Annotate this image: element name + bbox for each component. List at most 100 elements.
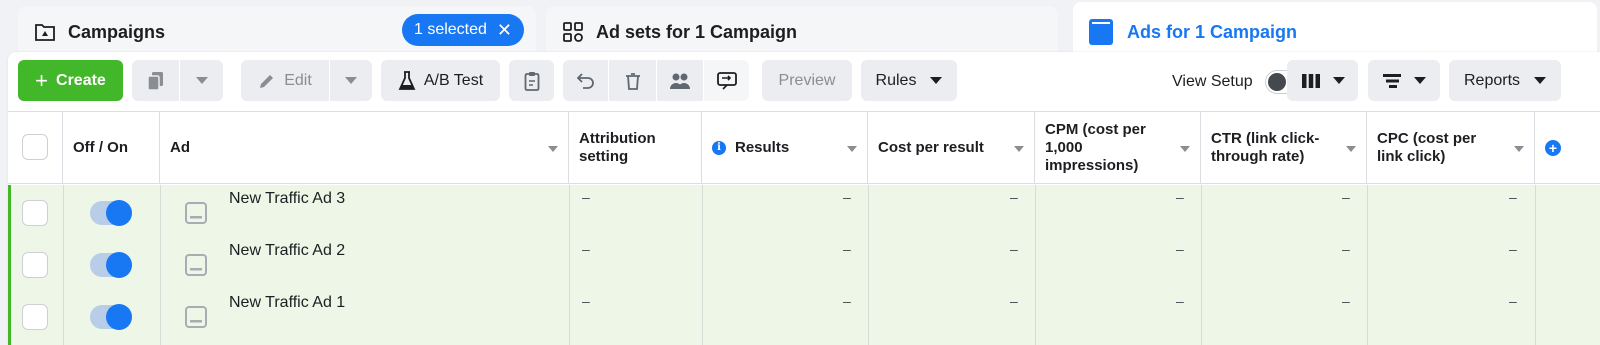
header-attribution-label: Attribution setting: [579, 130, 656, 165]
table-row[interactable]: New Traffic Ad 3 – – – – – –: [8, 185, 1600, 237]
cost-per-result-value: –: [1010, 293, 1018, 309]
results-value: –: [843, 293, 851, 309]
header-cpc[interactable]: CPC (cost per link click): [1367, 112, 1535, 184]
sort-icon[interactable]: [847, 146, 857, 152]
columns-icon: [1301, 73, 1321, 89]
results-value: –: [843, 241, 851, 257]
add-column-icon[interactable]: +: [1545, 140, 1561, 156]
results-value: –: [843, 189, 851, 205]
edit-dropdown[interactable]: [330, 60, 372, 101]
cost-per-result-value: –: [1010, 241, 1018, 257]
header-select-all: [8, 112, 63, 184]
duplicate-button[interactable]: [132, 60, 179, 101]
table-row[interactable]: New Traffic Ad 2 – – – – – –: [8, 237, 1600, 289]
header-cpm[interactable]: CPM (cost per 1,000 impressions): [1035, 112, 1201, 184]
selected-count-badge[interactable]: 1 selected ✕: [401, 14, 524, 46]
clipboard-icon: [524, 71, 540, 91]
header-cost-per-result[interactable]: Cost per result: [868, 112, 1035, 184]
clear-selection-icon[interactable]: ✕: [497, 21, 512, 39]
tab-adsets[interactable]: Ad sets for 1 Campaign: [546, 6, 1058, 58]
sort-icon[interactable]: [548, 146, 558, 152]
header-ad-label: Ad: [170, 139, 190, 156]
ad-name[interactable]: New Traffic Ad 1: [229, 294, 345, 312]
attribution-value: –: [582, 241, 590, 257]
row-checkbox[interactable]: [22, 200, 48, 226]
ad-on-off-toggle[interactable]: [90, 304, 132, 330]
chevron-down-icon: [1414, 77, 1426, 84]
audience-button[interactable]: [657, 60, 703, 101]
duplicate-dropdown[interactable]: [180, 60, 223, 101]
flask-icon: [398, 70, 416, 91]
chevron-down-icon: [1332, 77, 1345, 84]
breakdown-icon: [1382, 73, 1402, 89]
header-cost-per-result-label: Cost per result: [878, 139, 984, 156]
row-checkbox[interactable]: [22, 304, 48, 330]
reports-button[interactable]: Reports: [1449, 60, 1561, 101]
tab-adsets-label: Ad sets for 1 Campaign: [596, 21, 798, 42]
chevron-down-icon: [345, 77, 357, 84]
columns-button[interactable]: [1287, 60, 1358, 101]
edit-button-label: Edit: [284, 71, 312, 89]
ad-name[interactable]: New Traffic Ad 3: [229, 190, 345, 208]
header-cpm-label: CPM (cost per 1,000 impressions): [1045, 121, 1146, 174]
header-results-label: Results: [735, 139, 790, 156]
grid-icon: [560, 19, 586, 45]
preview-label: Preview: [778, 71, 836, 89]
info-icon[interactable]: i: [712, 141, 726, 155]
attribution-value: –: [582, 189, 590, 205]
header-off-on[interactable]: Off / On: [63, 112, 160, 184]
header-ctr[interactable]: CTR (link click-through rate): [1201, 112, 1367, 184]
tab-campaigns-label: Campaigns: [68, 21, 166, 42]
cpm-value: –: [1176, 189, 1184, 205]
ctr-value: –: [1342, 293, 1350, 309]
cpc-value: –: [1509, 241, 1517, 257]
header-attribution[interactable]: Attribution setting: [569, 112, 702, 184]
breakdown-button[interactable]: [1368, 60, 1440, 101]
edit-button[interactable]: Edit: [241, 60, 329, 101]
header-ad[interactable]: Ad: [160, 112, 569, 184]
trash-icon: [625, 72, 641, 90]
rules-label: Rules: [875, 71, 917, 89]
ctr-value: –: [1342, 241, 1350, 257]
ads-table: Off / On Ad Attribution setting i Result…: [8, 111, 1600, 345]
create-button[interactable]: + Create: [18, 60, 123, 101]
cost-per-result-value: –: [1010, 189, 1018, 205]
plus-icon: +: [35, 67, 49, 93]
undo-button[interactable]: [563, 60, 608, 101]
folder-icon: [32, 19, 58, 45]
row-checkbox[interactable]: [22, 252, 48, 278]
tab-ads-label: Ads for 1 Campaign: [1127, 21, 1298, 42]
sort-icon[interactable]: [1514, 146, 1524, 152]
people-icon: [669, 72, 691, 90]
duplicate-icon: [146, 71, 165, 91]
table-row[interactable]: New Traffic Ad 1 – – – – – –: [8, 289, 1600, 341]
select-all-checkbox[interactable]: [22, 134, 48, 160]
cpm-value: –: [1176, 241, 1184, 257]
pencil-icon: [258, 72, 276, 90]
sort-icon[interactable]: [1180, 146, 1190, 152]
chevron-down-icon: [195, 77, 208, 84]
sort-icon[interactable]: [1346, 146, 1356, 152]
preview-button[interactable]: Preview: [762, 60, 852, 101]
header-ctr-label: CTR (link click-through rate): [1211, 130, 1320, 165]
clipboard-button[interactable]: [509, 60, 554, 101]
header-cpc-label: CPC (cost per link click): [1377, 130, 1477, 165]
ctr-value: –: [1342, 189, 1350, 205]
tab-campaigns[interactable]: Campaigns 1 selected ✕: [18, 6, 536, 58]
share-icon: [716, 71, 737, 90]
delete-button[interactable]: [609, 60, 656, 101]
header-off-on-label: Off / On: [73, 139, 128, 156]
ads-panel: + Create Edit A/B Test Preview Rules Vie…: [8, 52, 1600, 345]
header-results[interactable]: i Results: [702, 112, 868, 184]
cpm-value: –: [1176, 293, 1184, 309]
rules-button[interactable]: Rules: [861, 60, 957, 101]
share-preview-button[interactable]: [704, 60, 749, 101]
chevron-down-icon: [930, 77, 943, 84]
ad-name[interactable]: New Traffic Ad 2: [229, 242, 345, 260]
ad-on-off-toggle[interactable]: [90, 252, 132, 278]
view-setup-label: View Setup: [1172, 73, 1253, 90]
sort-icon[interactable]: [1014, 146, 1024, 152]
undo-icon: [576, 72, 595, 90]
ab-test-button[interactable]: A/B Test: [381, 60, 500, 101]
ad-on-off-toggle[interactable]: [90, 200, 132, 226]
